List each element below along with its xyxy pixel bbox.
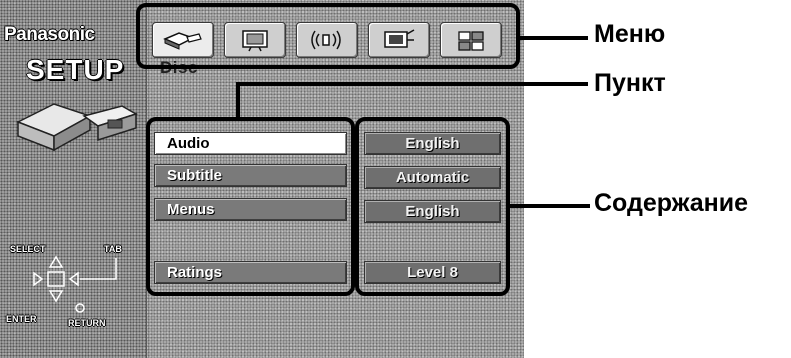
menu-callout-frame xyxy=(136,3,520,69)
content-annotation-label: Содержание xyxy=(594,189,749,217)
select-label: SELECT xyxy=(10,244,46,254)
menu-leader-line xyxy=(520,36,588,40)
disc-player-illustration xyxy=(16,103,138,152)
content-callout-frame xyxy=(355,117,510,296)
item-annotation-label: Пункт xyxy=(594,69,666,97)
enter-label: ENTER xyxy=(6,314,37,324)
setup-title: SETUP xyxy=(26,54,125,85)
item-callout-frame xyxy=(146,117,355,296)
item-leader-line xyxy=(236,82,588,118)
brand-logo: Panasonic xyxy=(4,24,95,45)
tab-label: TAB xyxy=(104,244,122,254)
menu-annotation-label: Меню xyxy=(594,20,666,48)
return-label: RETURN xyxy=(68,318,106,328)
left-panel: Panasonic SETUP SELECT TAB ENTER RETURN xyxy=(0,0,147,358)
content-leader-line xyxy=(510,204,590,208)
